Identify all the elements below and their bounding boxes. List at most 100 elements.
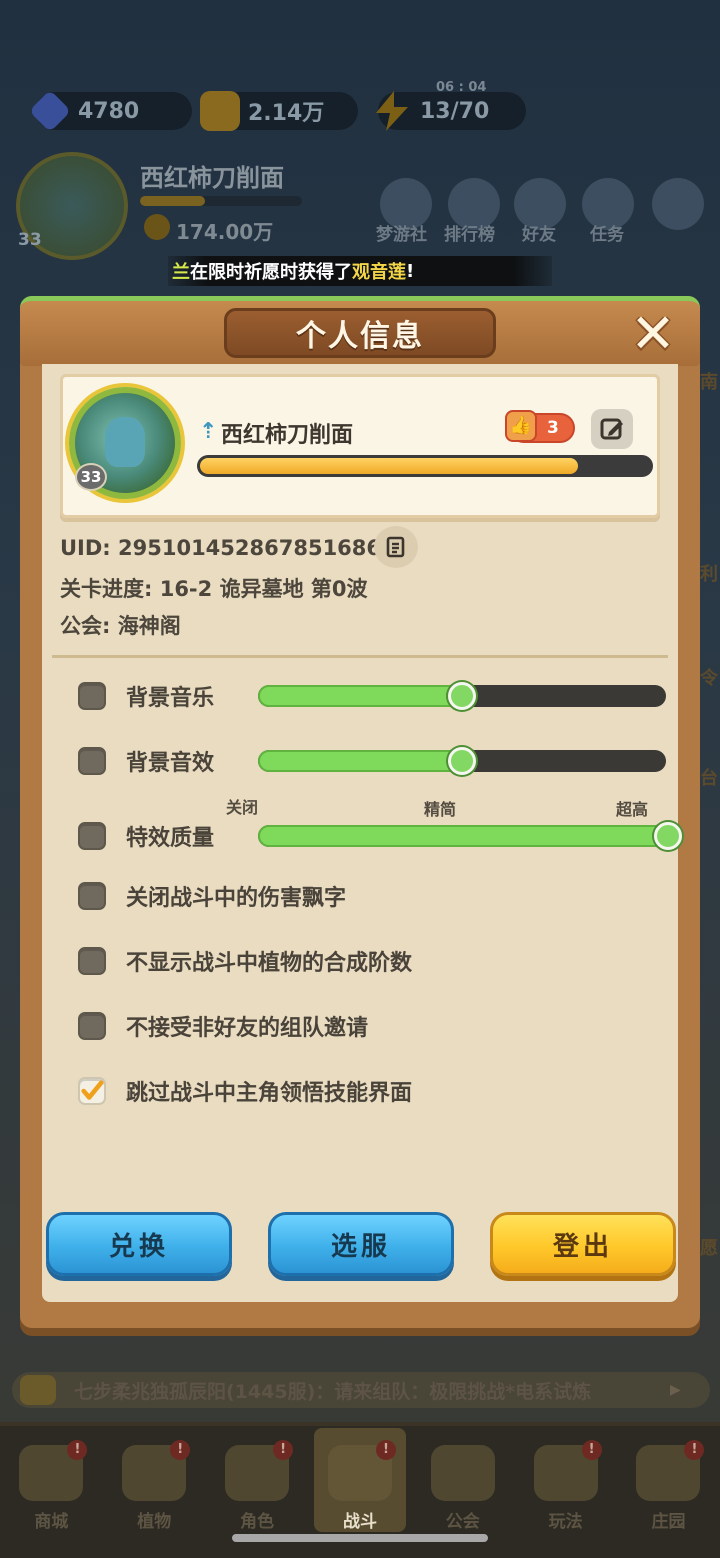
banner-highlight: 观音莲 — [352, 262, 406, 283]
quality-label: 特效质量 — [126, 826, 215, 851]
chat-bubble-icon — [20, 1375, 56, 1405]
profile-exp-bar — [197, 455, 653, 477]
sfx-checkbox[interactable] — [78, 747, 106, 775]
hide-merge-tier-checkbox[interactable] — [78, 947, 106, 975]
top-menu-dream-club: 梦游社 — [376, 225, 427, 245]
edit-profile-button[interactable] — [591, 409, 633, 449]
chat-message: 七步柔兆独孤辰阳(1445服)：请来组队：极限挑战*电系试炼 — [74, 1380, 592, 1403]
top-menu-tasks: 任务 — [590, 225, 624, 245]
reject-team-invites-label: 不接受非好友的组队邀请 — [126, 1016, 369, 1041]
logout-button-label: 登出 — [552, 1231, 613, 1262]
world-chat-bar: 七步柔兆独孤辰阳(1445服)：请来组队：极限挑战*电系试炼 ▶ — [12, 1372, 710, 1408]
profile-level-badge: 33 — [75, 463, 107, 491]
sfx-label: 背景音效 — [126, 751, 215, 776]
home-indicator — [232, 1534, 488, 1542]
gem-counter: 4780 — [28, 89, 192, 133]
setting-hide-merge-tier[interactable]: 不显示战斗中植物的合成阶数 — [78, 941, 658, 981]
player-exp-bar — [140, 196, 302, 206]
slider-handle[interactable] — [654, 822, 682, 850]
setting-hide-damage-text[interactable]: 关闭战斗中的伤害飘字 — [78, 876, 658, 916]
nav-gameplay-label: 玩法 — [548, 1512, 583, 1532]
close-button[interactable]: ✕ — [622, 304, 684, 364]
nav-guild: 公会 — [417, 1428, 509, 1532]
thumbs-up-icon: 👍 — [505, 410, 537, 442]
nav-shop-label: 商城 — [34, 1512, 69, 1532]
gem-icon — [28, 89, 72, 133]
lightning-icon — [376, 91, 408, 131]
nav-plants-label: 植物 — [137, 1512, 172, 1532]
guild-text: 公会: 海神阁 — [60, 614, 181, 638]
logout-button[interactable]: 登出 — [490, 1212, 676, 1276]
nav-shop: 商城 ! — [5, 1428, 97, 1532]
announcement-banner: 兰 在限时祈愿时获得了 观音莲 ! — [168, 256, 552, 286]
bgm-label: 背景音乐 — [126, 686, 215, 711]
player-name: 西红柿刀削面 — [140, 164, 284, 192]
slider-fill — [258, 825, 668, 847]
nav-plants: 植物 ! — [108, 1428, 200, 1532]
dialog-title-plate: 个人信息 — [224, 308, 496, 358]
select-server-button-label: 选服 — [330, 1231, 391, 1262]
dialog-title: 个人信息 — [296, 319, 424, 354]
nav-character-label: 角色 — [240, 1512, 275, 1532]
quality-checkbox[interactable] — [78, 822, 106, 850]
uid-text: UID: 295101452867851686 — [60, 536, 382, 560]
energy-value: 13/70 — [420, 98, 490, 124]
side-label-stage: 台 — [700, 768, 718, 789]
skip-skill-screen-label: 跳过战斗中主角领悟技能界面 — [126, 1081, 413, 1106]
notification-badge: ! — [67, 1440, 88, 1460]
copy-uid-button[interactable] — [374, 526, 418, 568]
reject-team-invites-checkbox[interactable] — [78, 1012, 106, 1040]
player-power: 174.00万 — [176, 220, 274, 244]
slider-fill — [258, 685, 462, 707]
likes-count: 3 — [547, 418, 559, 438]
nav-gameplay: 玩法 ! — [520, 1428, 612, 1532]
redeem-button[interactable]: 兑换 — [46, 1212, 232, 1276]
likes-badge[interactable]: 👍 3 — [505, 410, 575, 443]
hide-merge-tier-label: 不显示战斗中植物的合成阶数 — [126, 951, 413, 976]
nav-manor: 庄园 ! — [622, 1428, 714, 1532]
gem-value: 4780 — [78, 98, 140, 124]
quality-tick-off: 关闭 — [226, 798, 259, 817]
side-label-south: 南 — [700, 372, 718, 393]
banner-suffix: ! — [406, 260, 415, 282]
redeem-button-label: 兑换 — [108, 1231, 169, 1262]
personal-info-dialog: 个人信息 ✕ 33 ⇡ 西红柿刀削面 👍 3 UID: 295101452867… — [20, 296, 700, 1328]
notification-badge: ! — [375, 1440, 396, 1460]
close-icon: ✕ — [630, 302, 676, 365]
slider-fill — [258, 750, 462, 772]
gold-coin-icon — [200, 91, 240, 131]
select-server-button[interactable]: 选服 — [268, 1212, 454, 1276]
nav-guild-label: 公会 — [445, 1512, 480, 1532]
notification-badge: ! — [684, 1440, 705, 1460]
profile-exp-fill — [200, 458, 578, 474]
player-level: 33 — [18, 230, 42, 250]
quality-slider[interactable] — [258, 822, 682, 850]
gamepad-icon — [652, 178, 704, 230]
gold-value: 2.14万 — [248, 101, 325, 126]
checkmark-icon — [81, 1080, 104, 1100]
slider-handle[interactable] — [448, 747, 476, 775]
nav-manor-label: 庄园 — [651, 1512, 686, 1532]
top-menu-leaderboard: 排行榜 — [444, 225, 495, 245]
section-divider — [52, 655, 668, 658]
skip-skill-screen-checkbox[interactable] — [78, 1077, 106, 1105]
right-side-menu: 南 利 令 台 愿 — [700, 330, 720, 1259]
hide-damage-text-checkbox[interactable] — [78, 882, 106, 910]
chevron-right-icon: ▶ — [670, 1382, 681, 1398]
bgm-checkbox[interactable] — [78, 682, 106, 710]
slider-handle[interactable] — [448, 682, 476, 710]
bgm-volume-slider[interactable] — [258, 682, 666, 710]
setting-skip-skill-screen[interactable]: 跳过战斗中主角领悟技能界面 — [78, 1071, 658, 1111]
edit-icon — [600, 418, 623, 440]
setting-reject-team-invites[interactable]: 不接受非好友的组队邀请 — [78, 1006, 658, 1046]
stage-progress-text: 关卡进度: 16-2 诡异墓地 第0波 — [60, 577, 368, 601]
rank-arrow-icon: ⇡ — [199, 419, 218, 444]
side-label-benefit: 利 — [700, 564, 718, 585]
nav-character: 角色 ! — [211, 1428, 303, 1532]
side-label-wish: 愿 — [700, 1238, 718, 1259]
notification-badge: ! — [581, 1440, 602, 1460]
profile-card: 33 ⇡ 西红柿刀削面 👍 3 — [60, 374, 660, 518]
nav-battle-label: 战斗 — [342, 1512, 377, 1532]
sfx-volume-slider[interactable] — [258, 747, 666, 775]
power-icon — [144, 214, 170, 240]
